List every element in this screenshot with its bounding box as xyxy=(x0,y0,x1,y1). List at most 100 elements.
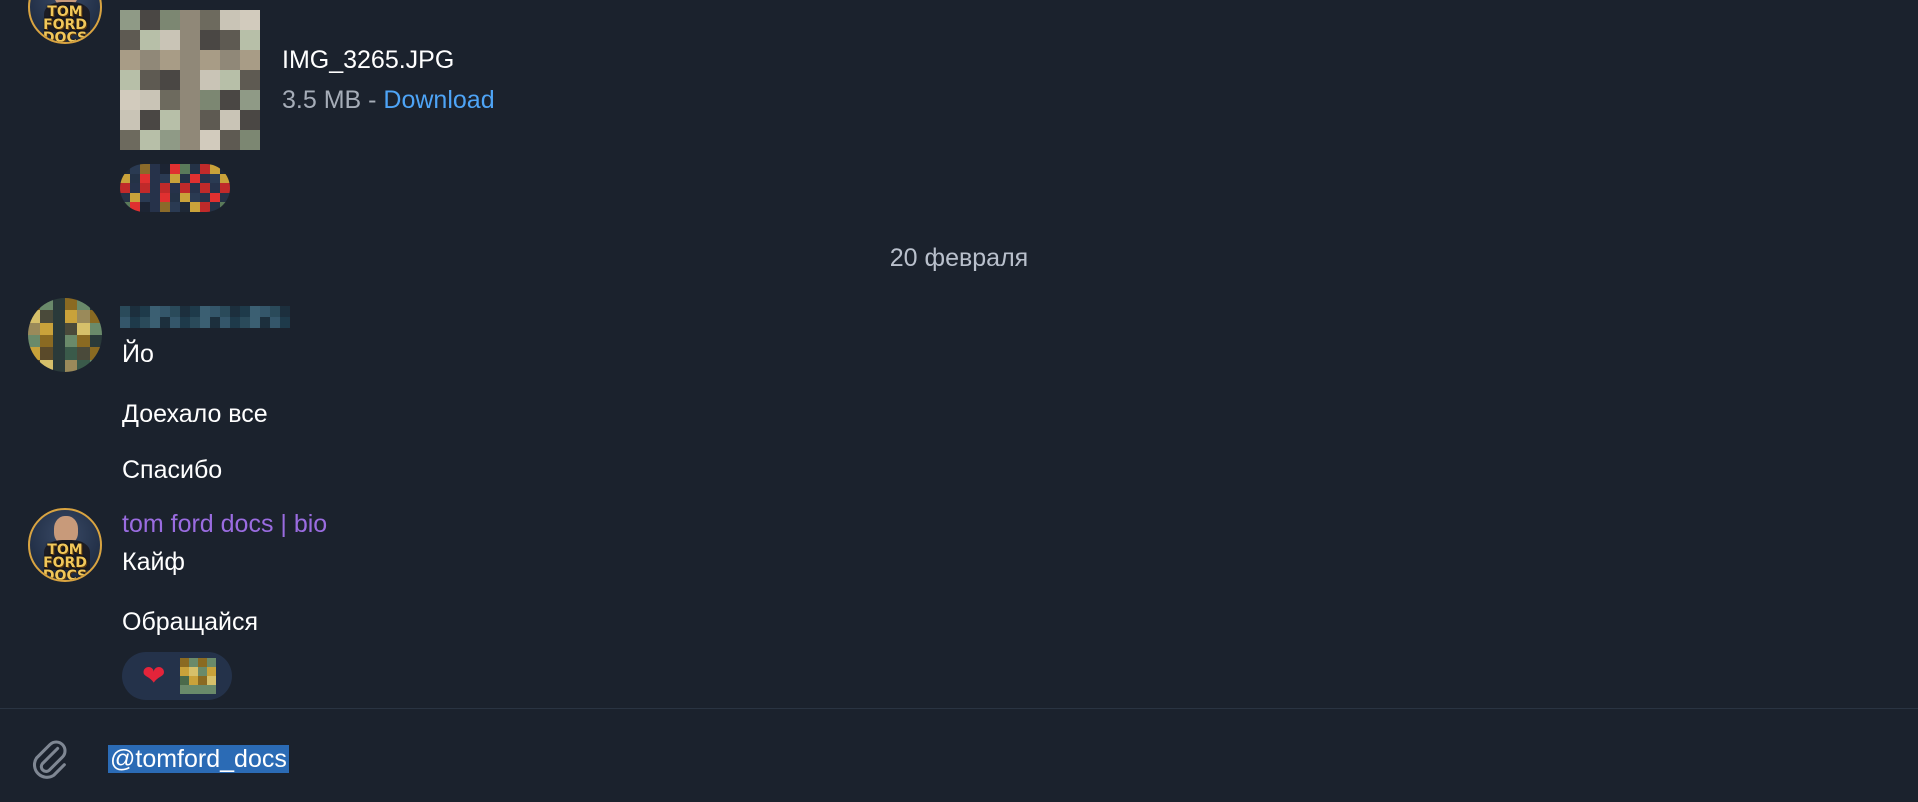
pixel-block xyxy=(160,50,180,70)
reaction-pill[interactable]: ❤ xyxy=(122,652,232,700)
pixel-block xyxy=(210,202,220,212)
pixel-block xyxy=(89,359,102,372)
pixel-block xyxy=(180,317,190,328)
pixel-block xyxy=(120,70,140,90)
pixel-block xyxy=(180,173,190,184)
pixel-block xyxy=(220,317,230,328)
pixel-block xyxy=(160,10,180,30)
pixel-block xyxy=(210,183,220,193)
user-avatar[interactable] xyxy=(28,298,102,372)
pixel-block xyxy=(189,658,198,667)
pixel-block xyxy=(250,306,260,317)
file-meta-separator: - xyxy=(361,86,384,114)
pixel-block xyxy=(198,676,207,685)
pixel-block xyxy=(89,322,102,335)
channel-avatar[interactable]: TOM FORD DOCS xyxy=(28,508,102,582)
pixel-block xyxy=(160,317,170,328)
pixel-block xyxy=(240,70,260,90)
pixel-block xyxy=(210,317,220,328)
pixel-block xyxy=(210,173,220,184)
pixel-block xyxy=(77,334,90,348)
pixel-block xyxy=(190,306,200,317)
pixel-block xyxy=(170,306,180,317)
pixel-block xyxy=(150,173,160,184)
pixel-block xyxy=(230,306,240,317)
message-input[interactable]: @tomford_docs xyxy=(108,743,289,775)
pixel-block xyxy=(200,70,220,90)
pixel-block xyxy=(220,10,240,30)
pixel-block xyxy=(180,306,190,317)
pixel-block xyxy=(180,202,190,212)
pixel-block xyxy=(190,317,200,328)
pixel-block xyxy=(64,298,78,311)
sender-name-blurred[interactable] xyxy=(120,306,290,328)
pixel-block xyxy=(200,90,220,110)
pixel-block xyxy=(240,10,260,30)
pixel-block xyxy=(120,110,140,130)
pixel-block xyxy=(140,50,160,70)
pixel-block xyxy=(200,317,210,328)
sender-name[interactable]: tom ford docs | bio xyxy=(122,510,327,539)
pixel-block xyxy=(180,110,200,130)
file-thumbnail[interactable] xyxy=(120,10,260,150)
pixel-block xyxy=(200,50,220,70)
pixel-block xyxy=(160,70,180,90)
pixel-block xyxy=(220,110,240,130)
pixel-block xyxy=(180,192,190,203)
pixel-block xyxy=(40,334,53,348)
pixel-block xyxy=(200,130,220,150)
chat-history[interactable]: TOM FORD DOCS IMG_3265.JPG 3.5 MB - Down… xyxy=(0,0,1918,708)
pixel-block xyxy=(220,183,230,193)
pixel-block xyxy=(130,317,140,328)
pixel-block xyxy=(140,306,150,317)
pixel-block xyxy=(198,667,207,676)
pixel-block xyxy=(150,192,160,203)
pixel-block xyxy=(220,173,230,184)
pixel-block xyxy=(189,685,198,694)
reaction-pill-blurred[interactable] xyxy=(120,164,230,212)
pixel-block xyxy=(220,164,230,174)
download-link[interactable]: Download xyxy=(383,86,494,114)
pixel-block xyxy=(200,164,210,174)
pixel-block xyxy=(120,192,130,203)
pixel-block xyxy=(160,130,180,150)
pixel-block xyxy=(28,347,41,360)
pixel-block xyxy=(180,90,200,110)
pixel-block xyxy=(150,306,160,317)
pixel-block xyxy=(120,164,130,174)
pixel-block xyxy=(190,173,200,184)
pixel-block xyxy=(64,347,78,360)
pixel-block xyxy=(260,306,270,317)
pixel-block xyxy=(189,676,198,685)
reactor-avatar xyxy=(180,658,216,694)
pixel-block xyxy=(207,676,216,685)
pixel-block xyxy=(40,310,53,323)
file-meta: 3.5 MB - Download xyxy=(282,86,495,115)
avatar-logo-text: TOM FORD DOCS xyxy=(42,542,88,582)
pixel-block xyxy=(160,30,180,50)
file-name: IMG_3265.JPG xyxy=(282,46,455,74)
pixel-block xyxy=(220,192,230,203)
pixel-block xyxy=(180,30,200,50)
pixel-block xyxy=(28,310,41,323)
pixel-block xyxy=(207,658,216,667)
pixel-block xyxy=(120,202,130,212)
pixel-block xyxy=(207,667,216,676)
paperclip-icon[interactable] xyxy=(26,735,72,781)
pixel-block xyxy=(180,10,200,30)
pixel-block xyxy=(28,322,41,335)
pixel-block xyxy=(189,667,198,676)
pixel-block xyxy=(170,202,180,212)
pixel-block xyxy=(180,658,189,667)
pixel-block xyxy=(200,10,220,30)
pixel-block xyxy=(160,90,180,110)
sender-avatar[interactable]: TOM FORD DOCS xyxy=(28,0,102,44)
pixel-block xyxy=(140,202,150,212)
pixel-block xyxy=(150,164,160,174)
pixel-block xyxy=(140,70,160,90)
pixel-block xyxy=(140,10,160,30)
pixel-block xyxy=(160,192,170,203)
pixel-block xyxy=(64,310,78,323)
pixel-block xyxy=(240,30,260,50)
pixel-block xyxy=(180,164,190,174)
